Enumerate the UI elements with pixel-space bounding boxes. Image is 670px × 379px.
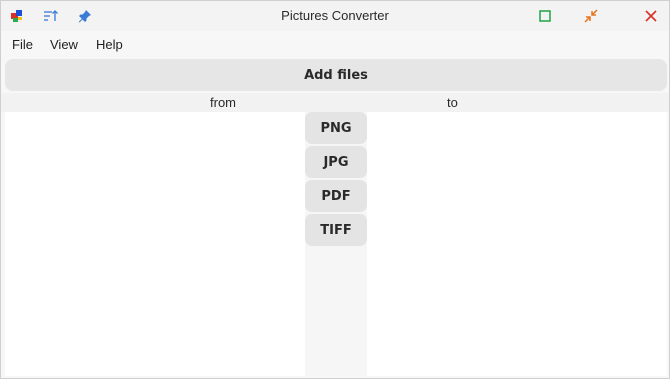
menu-file[interactable]: File [12, 37, 33, 52]
format-tiff-button[interactable]: TIFF [305, 214, 367, 246]
from-label: from [210, 95, 236, 110]
add-files-button[interactable]: Add files [5, 59, 667, 91]
menu-view[interactable]: View [50, 37, 78, 52]
column-header: from to [1, 93, 669, 112]
maximize-icon[interactable] [535, 6, 555, 26]
window-title: Pictures Converter [281, 8, 389, 23]
format-png-button[interactable]: PNG [305, 112, 367, 144]
title-bar: Pictures Converter [1, 1, 669, 31]
app-window: Pictures Converter File View Help Add fi… [0, 0, 670, 379]
to-file-list[interactable] [367, 112, 667, 376]
format-jpg-button[interactable]: JPG [305, 146, 367, 178]
restore-icon[interactable] [581, 6, 601, 26]
to-label: to [447, 95, 458, 110]
menu-help[interactable]: Help [96, 37, 123, 52]
close-icon[interactable] [641, 6, 661, 26]
from-file-list[interactable] [5, 112, 305, 376]
menu-bar: File View Help [1, 31, 669, 57]
format-pdf-button[interactable]: PDF [305, 180, 367, 212]
